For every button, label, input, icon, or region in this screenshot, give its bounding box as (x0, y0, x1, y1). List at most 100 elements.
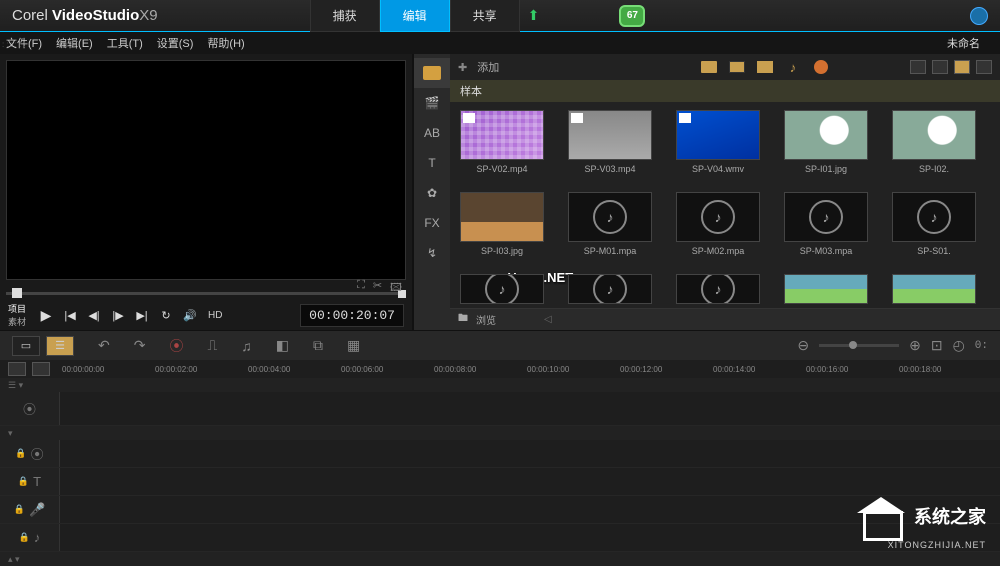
account-globe-icon[interactable] (970, 7, 988, 25)
view-thumb-button[interactable] (954, 60, 970, 74)
timecode-display[interactable]: 00:00:20:07 (300, 304, 404, 327)
drag-handle-dots-icon[interactable]: ::::::: (2, 40, 32, 49)
title-track-icon: T (33, 474, 41, 489)
thumb-item[interactable]: SP-I01.jpg (784, 110, 868, 174)
menu-edit[interactable]: 编辑(E) (56, 35, 93, 51)
thumb-item[interactable]: SP-I02. (892, 110, 976, 174)
lib-tab-title[interactable]: T (414, 148, 450, 178)
lib-tab-media[interactable] (414, 58, 450, 88)
thumb-item[interactable]: SP-M02.mpa (676, 192, 760, 256)
project-duration-icon[interactable]: ◴ (953, 337, 965, 354)
notification-badge[interactable]: 67 (619, 5, 645, 27)
ruler-mode-b-icon[interactable] (32, 362, 50, 376)
lib-tab-filter[interactable]: FX (414, 208, 450, 238)
record-button[interactable]: ⦿ (169, 336, 183, 356)
menu-settings[interactable]: 设置(S) (157, 35, 194, 51)
format-tag-icon (463, 113, 475, 123)
expand-icon[interactable]: ⛶ (357, 279, 365, 298)
subtitle-button[interactable]: ⧉ (313, 337, 323, 354)
preview-pane: ::::::: ⛶ ✂ 🖾 项目 素材 ▶ |◀ ◀| |▶ ▶| ↻ 🔊 HD… (0, 54, 412, 330)
view-list-button[interactable] (910, 60, 926, 74)
thumb-item[interactable] (892, 274, 976, 304)
storyboard-view-button[interactable]: ▭ (12, 336, 40, 356)
goto-end-button[interactable]: ▶| (132, 305, 152, 325)
preview-scrubber[interactable] (6, 286, 406, 300)
menu-tools[interactable]: 工具(T) (107, 35, 143, 51)
thumb-item[interactable] (784, 274, 868, 304)
library-folder-sample[interactable]: 样本 (450, 80, 1000, 102)
thumb-item[interactable]: SP-I03.jpg (460, 192, 544, 256)
cut-icon[interactable]: ✂ (373, 279, 382, 298)
thumb-item[interactable]: SP-M01.mpa (568, 192, 652, 256)
lock-icon[interactable]: 🔒 (18, 476, 29, 487)
filter-folder-button[interactable] (700, 59, 718, 75)
zoom-out-button[interactable]: ⊖ (797, 337, 809, 354)
fit-project-button[interactable]: ⊡ (931, 337, 943, 354)
timeline-view-button[interactable]: ☰ (46, 336, 74, 356)
prev-frame-button[interactable]: ◀| (84, 305, 104, 325)
lib-tab-transition[interactable]: AB (414, 118, 450, 148)
lock-icon[interactable]: 🔒 (19, 532, 30, 543)
thumb-item[interactable]: SP-V02.mp4 (460, 110, 544, 174)
redo-button[interactable]: ↷ (134, 337, 146, 354)
view-details-button[interactable] (932, 60, 948, 74)
mode-clip-label[interactable]: 素材 (8, 315, 26, 328)
upload-arrow-icon[interactable]: ⬆ (528, 7, 540, 24)
lock-icon[interactable]: 🔒 (15, 448, 26, 459)
thumb-item[interactable]: SP-V03.mp4 (568, 110, 652, 174)
collapse-icon[interactable]: ◁ (544, 314, 552, 325)
video-track[interactable]: ⦿ (0, 392, 1000, 426)
filter-photo-button[interactable] (756, 59, 774, 75)
track-expand-row[interactable]: ☰ ▾ (0, 378, 1000, 392)
workflow-tabs: 捕获 编辑 共享 (310, 0, 520, 32)
snapshot-icon[interactable]: 🖾 (390, 279, 402, 298)
mode-project-label[interactable]: 项目 (8, 302, 26, 315)
filter-free-button[interactable] (812, 59, 830, 75)
menu-help[interactable]: 帮助(H) (207, 35, 244, 51)
ruler-mode-a-icon[interactable] (8, 362, 26, 376)
next-frame-button[interactable]: |▶ (108, 305, 128, 325)
loop-button[interactable]: ↻ (156, 305, 176, 325)
lib-tab-instant[interactable]: 🎬 (414, 88, 450, 118)
multi-cam-button[interactable]: ▦ (347, 337, 360, 354)
zoom-slider[interactable] (819, 344, 899, 347)
overlay-track[interactable]: 🔒⦿ (0, 440, 1000, 468)
thumb-item[interactable]: SP-S01. (892, 192, 976, 256)
title-track[interactable]: 🔒T (0, 468, 1000, 496)
lock-icon[interactable]: 🔒 (14, 504, 25, 515)
browse-button[interactable]: 浏览 (476, 312, 496, 327)
thumb-item[interactable]: SP-V04.wmv (676, 110, 760, 174)
goto-start-button[interactable]: |◀ (60, 305, 80, 325)
zoom-in-button[interactable]: ⊕ (909, 337, 921, 354)
lib-tab-graphic[interactable]: ✿ (414, 178, 450, 208)
thumb-item[interactable]: SP-M03.mpa (784, 192, 868, 256)
timeline-ruler[interactable]: 00:00:00:00 00:00:02:00 00:00:04:00 00:0… (0, 360, 1000, 378)
view-sort-button[interactable] (976, 60, 992, 74)
filter-video-button[interactable] (728, 59, 746, 75)
browse-icon[interactable]: 🖿 (458, 311, 468, 328)
thumb-item[interactable] (460, 274, 544, 304)
track-motion-button[interactable]: ◧ (276, 337, 289, 354)
auto-music-button[interactable]: ♫ (241, 338, 252, 354)
tab-capture[interactable]: 捕获 (310, 0, 380, 32)
tab-share[interactable]: 共享 (450, 0, 520, 32)
preview-video[interactable] (6, 60, 406, 280)
add-folder-button[interactable]: 添加 (477, 59, 499, 75)
play-button[interactable]: ▶ (36, 305, 56, 325)
audio-mixer-button[interactable]: ⎍ (207, 337, 217, 354)
scrubber-start-handle-icon[interactable] (12, 288, 22, 298)
music-track[interactable]: 🔒♪ (0, 524, 1000, 552)
lib-tab-path[interactable]: ↯ (414, 238, 450, 268)
add-plus-icon[interactable]: ✚ (458, 61, 467, 74)
overlay-expand-row[interactable]: ▾ (0, 426, 1000, 440)
title-bar: Corel VideoStudioX9 捕获 编辑 共享 ⬆ 67 (0, 0, 1000, 32)
voice-track[interactable]: 🔒🎤 (0, 496, 1000, 524)
thumb-item[interactable] (568, 274, 652, 304)
tab-edit[interactable]: 编辑 (380, 0, 450, 32)
volume-button[interactable]: 🔊 (180, 305, 200, 325)
filter-audio-button[interactable]: ♪ (784, 59, 802, 75)
hd-toggle[interactable]: HD (208, 310, 222, 321)
thumb-item[interactable] (676, 274, 760, 304)
house-logo-icon (855, 497, 905, 537)
undo-button[interactable]: ↶ (98, 337, 110, 354)
